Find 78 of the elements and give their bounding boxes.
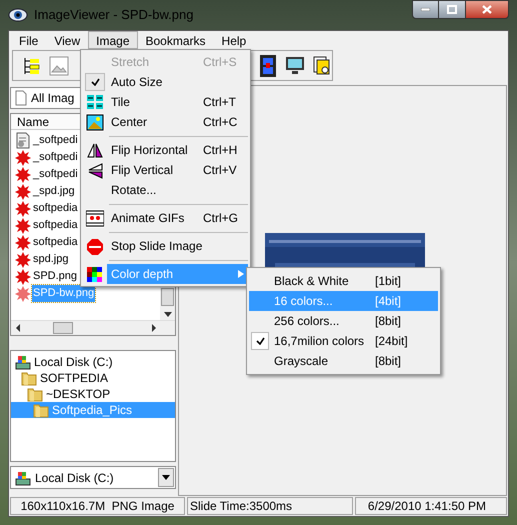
film-icon	[86, 210, 104, 226]
splat-icon	[15, 183, 31, 200]
status-panel: 6/29/2010 1:41:50 PM	[355, 497, 507, 515]
menu-item[interactable]: Tile Ctrl+T	[107, 92, 248, 112]
file-name[interactable]: _softpedi	[32, 166, 79, 183]
file-name[interactable]: spd.jpg	[32, 251, 70, 268]
folder-icon	[27, 386, 43, 402]
monitor-icon[interactable]	[285, 56, 305, 76]
menu-item[interactable]: Image	[88, 31, 138, 49]
dropdown-arrow-button[interactable]	[158, 468, 174, 487]
landscape-icon	[86, 114, 104, 130]
slideshow-icon[interactable]	[313, 56, 331, 76]
menu-item[interactable]: 16,7milion colors [24bit]	[249, 331, 438, 351]
splat-icon	[15, 149, 31, 166]
scrollbar-thumb[interactable]	[53, 322, 73, 334]
drive-icon	[15, 470, 31, 486]
maximize-icon	[447, 5, 457, 14]
file-name[interactable]: _spd.jpg	[32, 183, 76, 200]
check-icon	[256, 337, 264, 345]
file-name[interactable]: _softpedi	[32, 132, 79, 149]
stop-sign-icon	[86, 238, 104, 254]
close-icon	[482, 5, 492, 14]
minimize-button[interactable]	[412, 0, 439, 19]
status-panel: Slide Time:3500ms	[187, 497, 353, 515]
menu-item[interactable]: Black & White [1bit]	[249, 271, 438, 291]
menu-item[interactable]: Flip Horizontal Ctrl+H	[107, 140, 248, 160]
drive-dropdown[interactable]: Local Disk (C:)	[10, 466, 176, 489]
drive-icon	[15, 354, 31, 370]
menu-item[interactable]: View	[46, 31, 88, 49]
tree-view-icon[interactable]	[23, 56, 41, 74]
dropdown-value: All Imag	[31, 90, 74, 107]
splat-icon	[15, 285, 31, 302]
tile-icon	[86, 94, 104, 110]
splat-icon	[15, 234, 31, 251]
tree-item[interactable]: Local Disk (C:)	[11, 354, 175, 370]
eye-icon	[8, 7, 28, 23]
splat-icon	[15, 251, 31, 268]
caret-icon	[162, 475, 170, 480]
file-icon	[15, 90, 27, 106]
menu-item[interactable]: Center Ctrl+C	[107, 112, 248, 132]
menu-item[interactable]: File	[11, 31, 46, 49]
splat-icon	[15, 268, 31, 285]
film-icon[interactable]	[259, 54, 277, 76]
dropdown-value: Local Disk (C:)	[35, 470, 115, 486]
file-name[interactable]: _softpedi	[32, 149, 79, 166]
folder-icon	[33, 402, 49, 418]
image-icon[interactable]	[49, 56, 69, 76]
script-file-icon	[15, 132, 31, 149]
menu-item[interactable]: Flip Vertical Ctrl+V	[107, 160, 248, 180]
flip-horizontal-icon	[86, 142, 104, 158]
menu-item[interactable]: 256 colors... [8bit]	[249, 311, 438, 331]
splat-icon	[15, 200, 31, 217]
file-name[interactable]: softpedia	[32, 217, 79, 234]
file-name[interactable]: SPD.png	[32, 268, 78, 285]
check-icon	[90, 78, 100, 86]
scrollbar-thumb[interactable]	[161, 288, 174, 306]
menu-item[interactable]: Rotate...	[107, 180, 248, 200]
menu-item[interactable]: Bookmarks	[138, 31, 214, 49]
file-name[interactable]: softpedia	[32, 200, 79, 217]
menu-item[interactable]: Auto Size	[107, 72, 248, 92]
menu-item[interactable]: Animate GIFs Ctrl+G	[107, 208, 248, 228]
minimize-icon	[421, 8, 430, 11]
tree-item[interactable]: SOFTPEDIA	[11, 370, 175, 386]
color-grid-icon	[86, 266, 104, 282]
splat-icon	[15, 166, 31, 183]
folder-icon	[21, 370, 37, 386]
file-name[interactable]: softpedia	[32, 234, 79, 251]
status-panel: 160x110x16.7M PNG Image	[10, 497, 185, 515]
splat-icon	[15, 217, 31, 234]
tree-item[interactable]: ~DESKTOP	[11, 386, 175, 402]
menu-item[interactable]: Grayscale [8bit]	[249, 351, 438, 371]
flip-vertical-icon	[86, 162, 104, 178]
maximize-button[interactable]	[439, 0, 465, 19]
window-title: ImageViewer - SPD-bw.png	[34, 6, 194, 24]
submenu-arrow-icon	[238, 270, 244, 278]
menu-item[interactable]: Stop Slide Image	[107, 236, 248, 256]
close-button[interactable]	[465, 0, 509, 19]
menu-item[interactable]: Help	[214, 31, 254, 49]
